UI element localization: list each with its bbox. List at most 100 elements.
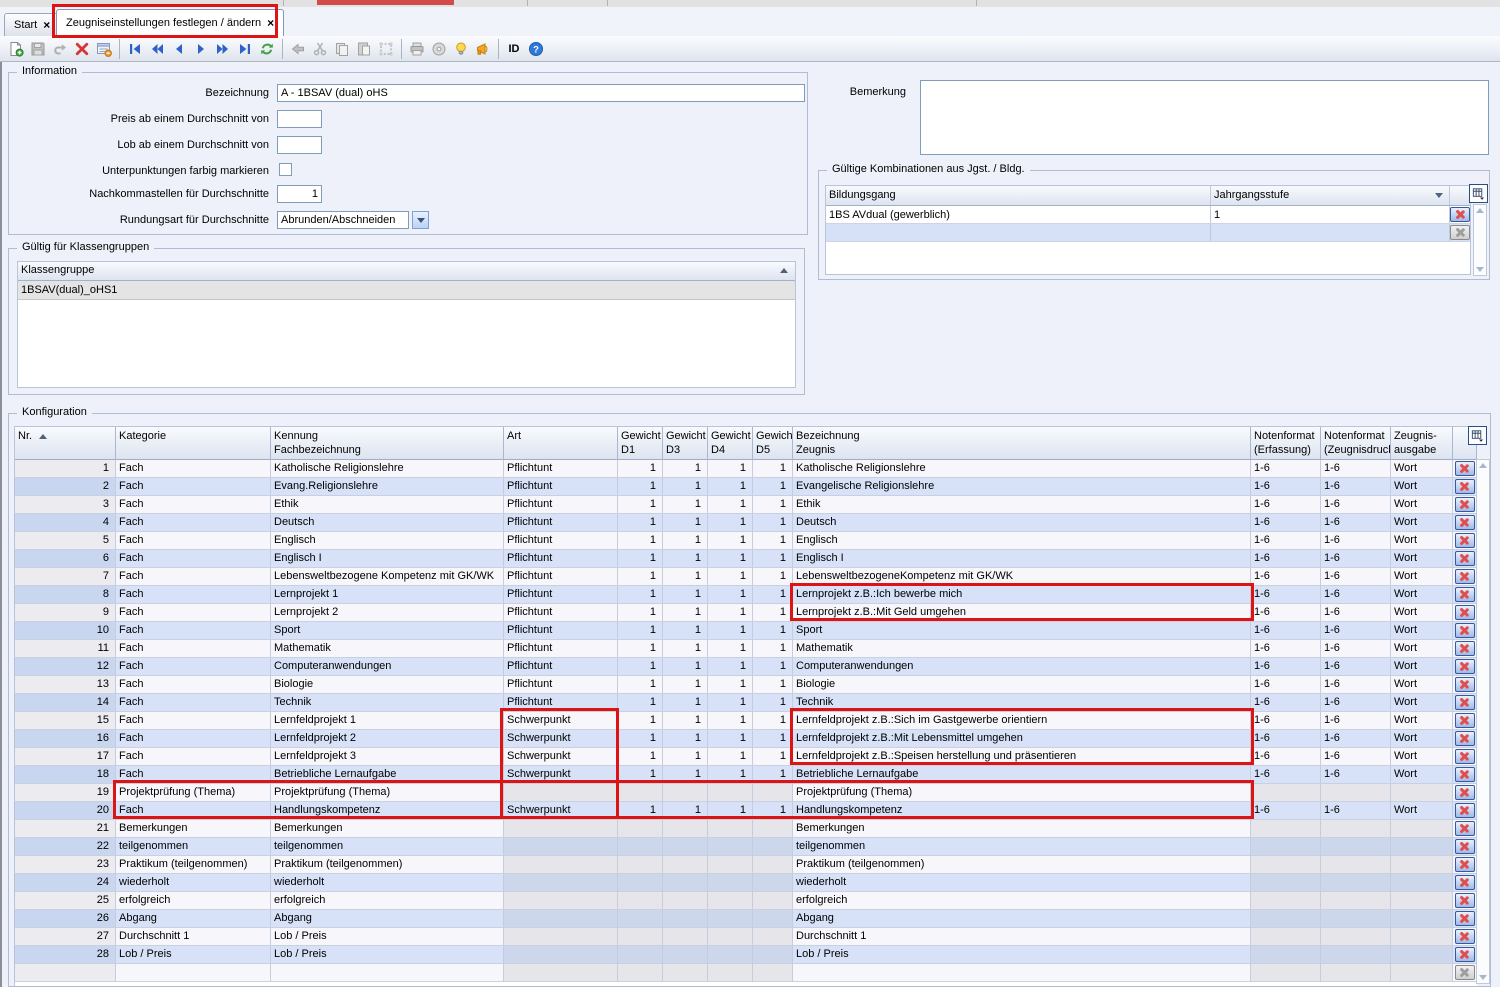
scroll-down-icon[interactable] xyxy=(1479,975,1487,980)
cell-kennung[interactable] xyxy=(271,964,504,982)
delete-row-button[interactable] xyxy=(1455,623,1475,638)
delete-row-button-disabled[interactable] xyxy=(1455,965,1475,980)
cell-g2[interactable]: 1 xyxy=(708,766,753,784)
cell-kennung[interactable]: Englisch xyxy=(271,532,504,550)
lob-input[interactable] xyxy=(277,136,322,154)
cell-g2[interactable]: 1 xyxy=(708,586,753,604)
column-header-gewichtd4[interactable]: GewichtD4 xyxy=(708,427,753,460)
cell-art[interactable]: Schwerpunkt xyxy=(504,712,618,730)
cell-kennung[interactable]: Ethik xyxy=(271,496,504,514)
cell-kennung[interactable]: Lernfeldprojekt 2 xyxy=(271,730,504,748)
cell-bezeichnung[interactable] xyxy=(793,964,1251,982)
column-header-art[interactable]: Art xyxy=(504,427,618,460)
cell-art[interactable]: Pflichtunt xyxy=(504,496,618,514)
cell-g0[interactable]: 1 xyxy=(618,694,663,712)
cell-g1[interactable]: 1 xyxy=(663,568,708,586)
cell-ausgabe[interactable]: Wort xyxy=(1391,712,1453,730)
delete-row-button[interactable] xyxy=(1455,893,1475,908)
cell-g1[interactable]: 1 xyxy=(663,586,708,604)
cell-bildungsgang[interactable] xyxy=(826,224,1211,241)
cell-kennung[interactable]: Lernfeldprojekt 1 xyxy=(271,712,504,730)
cell-g3[interactable]: 1 xyxy=(753,748,793,766)
refresh-button[interactable] xyxy=(256,38,278,60)
cell-kennung[interactable]: Lob / Preis xyxy=(271,928,504,946)
export-disc-button[interactable] xyxy=(428,38,450,60)
cell-erfassung[interactable]: 1-6 xyxy=(1251,658,1321,676)
klassengruppe-row[interactable]: 1BSAV(dual)_oHS1 xyxy=(18,281,795,300)
cell-bezeichnung[interactable]: Lernprojekt z.B.:Mit Geld umgehen xyxy=(793,604,1251,622)
bemerkung-textarea[interactable] xyxy=(920,80,1489,155)
cell-kategorie[interactable]: Fach xyxy=(116,640,271,658)
cell-kennung[interactable]: Lernprojekt 1 xyxy=(271,586,504,604)
cell-kennung[interactable]: Evang.Religionslehre xyxy=(271,478,504,496)
cell-g0[interactable]: 1 xyxy=(618,802,663,820)
column-header-jahrgangsstufe[interactable]: Jahrgangsstufe xyxy=(1211,186,1450,205)
cell-kennung[interactable]: erfolgreich xyxy=(271,892,504,910)
delete-row-button-disabled[interactable] xyxy=(1450,225,1470,240)
cell-kategorie[interactable] xyxy=(116,964,271,982)
cell-kategorie[interactable]: Fach xyxy=(116,694,271,712)
cell-kategorie[interactable]: Fach xyxy=(116,622,271,640)
cell-kategorie[interactable]: Fach xyxy=(116,712,271,730)
cell-g3[interactable]: 1 xyxy=(753,802,793,820)
tab-close-icon[interactable]: × xyxy=(43,19,50,31)
cell-zeugnisdruck[interactable]: 1-6 xyxy=(1321,658,1391,676)
cell-g3[interactable]: 1 xyxy=(753,640,793,658)
tab-zeugniseinstellungen[interactable]: Zeugniseinstellungen festlegen / ändern× xyxy=(56,9,284,36)
cell-zeugnisdruck[interactable]: 1-6 xyxy=(1321,802,1391,820)
cell-g3[interactable]: 1 xyxy=(753,496,793,514)
select-region-button[interactable] xyxy=(375,38,397,60)
cell-kennung[interactable]: Projektprüfung (Thema) xyxy=(271,784,504,802)
cell-g0[interactable]: 1 xyxy=(618,712,663,730)
cell-erfassung[interactable]: 1-6 xyxy=(1251,532,1321,550)
delete-row-button[interactable] xyxy=(1455,659,1475,674)
delete-row-button[interactable] xyxy=(1455,929,1475,944)
cell-g0[interactable]: 1 xyxy=(618,766,663,784)
column-header-zeugnis-ausgabe[interactable]: Zeugnis-ausgabe xyxy=(1391,427,1453,460)
cell-zeugnisdruck[interactable]: 1-6 xyxy=(1321,712,1391,730)
cell-ausgabe[interactable]: Wort xyxy=(1391,514,1453,532)
cell-kategorie[interactable]: Fach xyxy=(116,604,271,622)
cell-kennung[interactable]: Lob / Preis xyxy=(271,946,504,964)
cell-g3[interactable]: 1 xyxy=(753,604,793,622)
nav-prev-button[interactable] xyxy=(168,38,190,60)
delete-row-button[interactable] xyxy=(1455,821,1475,836)
cell-bezeichnung[interactable]: Lob / Preis xyxy=(793,946,1251,964)
cell-g1[interactable]: 1 xyxy=(663,766,708,784)
save-button[interactable] xyxy=(27,38,49,60)
cell-erfassung[interactable]: 1-6 xyxy=(1251,568,1321,586)
kombinationen-column-chooser-button[interactable] xyxy=(1469,184,1488,203)
cell-kategorie[interactable]: Bemerkungen xyxy=(116,820,271,838)
cell-art[interactable]: Pflichtunt xyxy=(504,568,618,586)
cell-zeugnisdruck[interactable]: 1-6 xyxy=(1321,640,1391,658)
cell-g0[interactable]: 1 xyxy=(618,622,663,640)
nav-first-button[interactable] xyxy=(124,38,146,60)
cell-g0[interactable]: 1 xyxy=(618,658,663,676)
cell-erfassung[interactable]: 1-6 xyxy=(1251,766,1321,784)
cell-erfassung[interactable]: 1-6 xyxy=(1251,514,1321,532)
cell-g0[interactable]: 1 xyxy=(618,676,663,694)
delete-row-button[interactable] xyxy=(1455,767,1475,782)
column-header-notenformat-erfassung-[interactable]: Notenformat(Erfassung) xyxy=(1251,427,1321,460)
cell-g1[interactable]: 1 xyxy=(663,604,708,622)
cell-kennung[interactable]: Technik xyxy=(271,694,504,712)
cell-bezeichnung[interactable]: Englisch xyxy=(793,532,1251,550)
column-header-bildungsgang[interactable]: Bildungsgang xyxy=(826,186,1211,205)
cell-g1[interactable]: 1 xyxy=(663,478,708,496)
cell-g0[interactable]: 1 xyxy=(618,568,663,586)
cell-g3[interactable]: 1 xyxy=(753,712,793,730)
delete-row-button[interactable] xyxy=(1455,875,1475,890)
cell-ausgabe[interactable]: Wort xyxy=(1391,496,1453,514)
cell-g1[interactable]: 1 xyxy=(663,460,708,478)
cell-kennung[interactable]: Lernfeldprojekt 3 xyxy=(271,748,504,766)
cell-g0[interactable]: 1 xyxy=(618,514,663,532)
cell-g2[interactable]: 1 xyxy=(708,694,753,712)
cell-kennung[interactable]: Mathematik xyxy=(271,640,504,658)
cell-g3[interactable]: 1 xyxy=(753,694,793,712)
cell-bezeichnung[interactable]: Betriebliche Lernaufgabe xyxy=(793,766,1251,784)
cell-g3[interactable]: 1 xyxy=(753,550,793,568)
cell-art[interactable]: Pflichtunt xyxy=(504,586,618,604)
cell-kategorie[interactable]: Abgang xyxy=(116,910,271,928)
cell-kategorie[interactable]: Fach xyxy=(116,730,271,748)
id-label-button[interactable]: ID xyxy=(503,38,525,60)
